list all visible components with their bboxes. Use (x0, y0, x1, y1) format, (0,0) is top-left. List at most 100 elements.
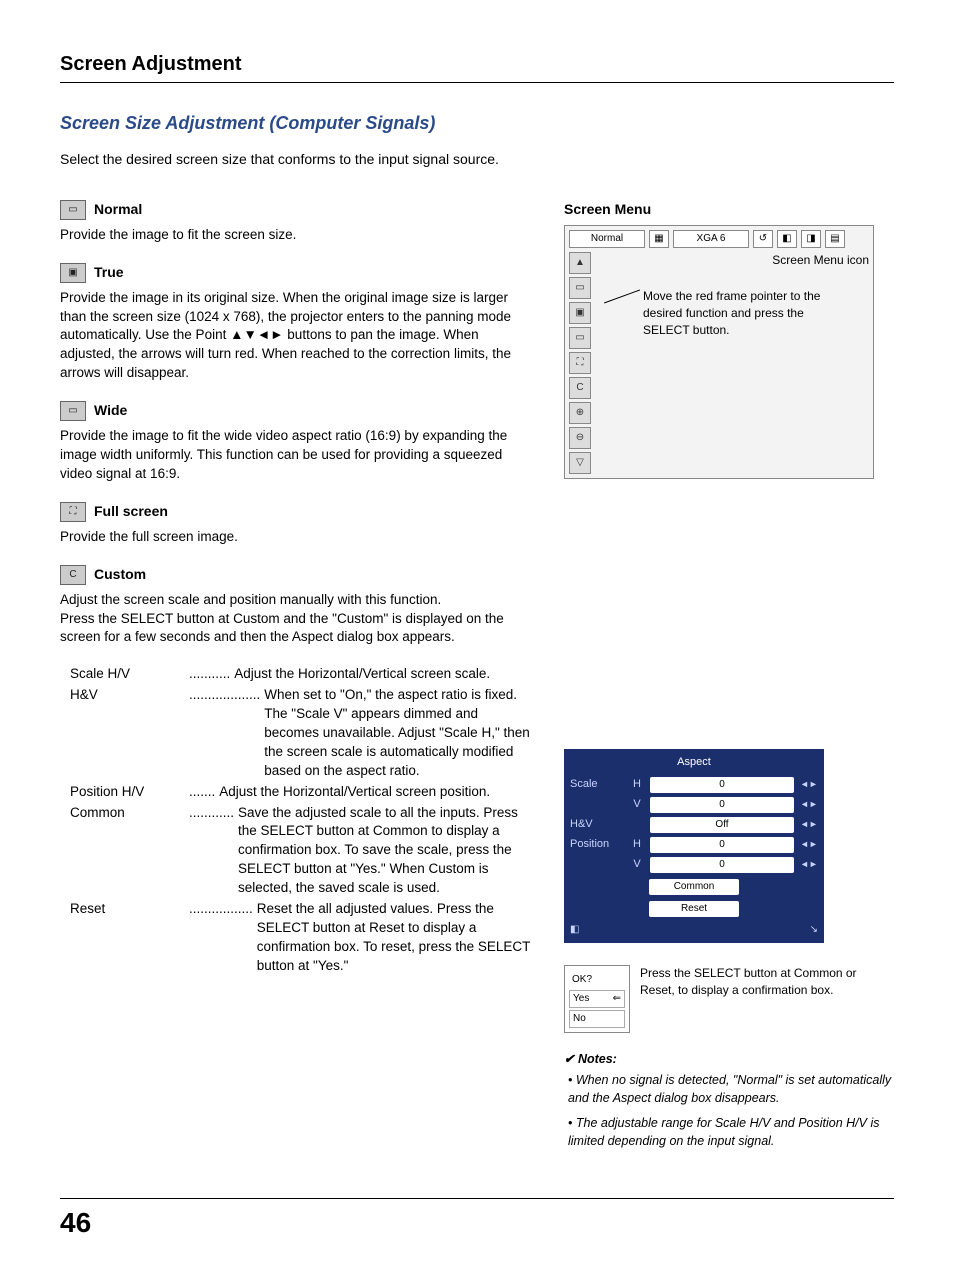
mode-desc: Provide the image to fit the wide video … (60, 427, 534, 484)
menu-top-icon: ◨ (801, 230, 821, 248)
fullscreen-icon: ⛶ (60, 502, 86, 522)
note-item: The adjustable range for Scale H/V and P… (568, 1115, 894, 1150)
def-dots: ....... (189, 783, 215, 802)
def-dots: ................... (189, 686, 260, 780)
menu-icon: ▣ (569, 302, 591, 324)
def-dots: ................. (189, 900, 253, 976)
mode-custom: C Custom Adjust the screen scale and pos… (60, 565, 534, 648)
reset-button: Reset (649, 901, 739, 917)
definition-row: Common............Save the adjusted scal… (70, 804, 534, 898)
def-term: Reset (70, 900, 185, 976)
true-icon: ▣ (60, 263, 86, 283)
adjust-arrows-icon: ◄► (800, 778, 818, 791)
def-desc: Adjust the Horizontal/Vertical screen sc… (234, 665, 534, 684)
menu-top-icon: ◧ (777, 230, 797, 248)
confirm-no: No (569, 1010, 625, 1028)
pointer-icon: ⇐ (613, 992, 621, 1006)
hv-value: Off (650, 817, 794, 833)
mode-label: Custom (94, 565, 146, 585)
custom-desc1: Adjust the screen scale and position man… (60, 591, 534, 610)
confirm-yes: Yes⇐ (569, 990, 625, 1008)
aspect-title: Aspect (570, 755, 818, 770)
down-arrow-icon: ▽ (569, 452, 591, 474)
custom-icon: C (60, 565, 86, 585)
hv-label: H&V (570, 817, 624, 832)
custom-definitions: Scale H/V...........Adjust the Horizonta… (60, 665, 534, 975)
menu-icon: ▭ (569, 277, 591, 299)
scale-label: Scale (570, 777, 624, 792)
note-item: When no signal is detected, "Normal" is … (568, 1072, 894, 1107)
mode-label: Full screen (94, 502, 168, 522)
section-title: Screen Adjustment (60, 50, 894, 83)
definition-row: Position H/V.......Adjust the Horizontal… (70, 783, 534, 802)
adjust-arrows-icon: ◄► (800, 818, 818, 831)
menu-mode-label: Normal (569, 230, 645, 248)
normal-icon: ▭ (60, 200, 86, 220)
v-label: V (630, 797, 644, 812)
adjust-arrows-icon: ◄► (800, 798, 818, 811)
def-dots: ............ (189, 804, 234, 898)
resize-icon: ↘ (810, 923, 818, 937)
def-term: Scale H/V (70, 665, 185, 684)
adjust-arrows-icon: ◄► (800, 838, 818, 851)
menu-signal-label: XGA 6 (673, 230, 749, 248)
menu-top-icon: ↺ (753, 230, 773, 248)
h-label: H (630, 777, 644, 792)
mode-true: ▣ True Provide the image in its original… (60, 263, 534, 383)
menu-icon: ⊖ (569, 427, 591, 449)
page-number: 46 (60, 1207, 91, 1238)
scale-v-value: 0 (650, 797, 794, 813)
menu-icon: C (569, 377, 591, 399)
definition-row: Scale H/V...........Adjust the Horizonta… (70, 665, 534, 684)
confirm-ok: OK? (569, 972, 625, 988)
screen-menu-mock: Normal ▦ XGA 6 ↺ ◧ ◨ ▤ ▲ ▭ ▣ ▭ ⛶ C ⊕ ⊖ (564, 225, 874, 479)
def-desc: Save the adjusted scale to all the input… (238, 804, 534, 898)
menu-icon-column: ▲ ▭ ▣ ▭ ⛶ C ⊕ ⊖ ▽ (569, 252, 591, 474)
def-desc: Reset the all adjusted values. Press the… (257, 900, 534, 976)
definition-row: Reset.................Reset the all adju… (70, 900, 534, 976)
up-arrow-icon: ▲ (569, 252, 591, 274)
point-arrows-icon: ▲▼◄► (230, 327, 283, 342)
wide-icon: ▭ (60, 401, 86, 421)
mode-label: Normal (94, 200, 142, 220)
position-label: Position (570, 837, 624, 852)
intro-text: Select the desired screen size that conf… (60, 150, 894, 170)
subsection-title: Screen Size Adjustment (Computer Signals… (60, 111, 894, 136)
menu-icon: ⛶ (569, 352, 591, 374)
scale-h-value: 0 (650, 777, 794, 793)
def-term: H&V (70, 686, 185, 780)
mode-normal: ▭ Normal Provide the image to fit the sc… (60, 200, 534, 245)
aspect-dialog: Aspect Scale H 0 ◄► V 0 ◄► H&V Off ◄► Po… (564, 749, 824, 942)
pos-v-value: 0 (650, 857, 794, 873)
callout-menu-icon: Screen Menu icon (772, 252, 869, 269)
confirm-dialog: OK? Yes⇐ No (564, 965, 630, 1033)
mode-desc: Provide the image in its original size. … (60, 289, 534, 383)
mode-desc: Provide the full screen image. (60, 528, 534, 547)
def-dots: ........... (189, 665, 230, 684)
menu-icon: ⊕ (569, 402, 591, 424)
menu-icon: ▭ (569, 327, 591, 349)
h-label: H (630, 837, 644, 852)
mode-desc: Provide the image to fit the screen size… (60, 226, 534, 245)
mode-fullscreen: ⛶ Full screen Provide the full screen im… (60, 502, 534, 547)
def-term: Common (70, 804, 185, 898)
def-desc: Adjust the Horizontal/Vertical screen po… (219, 783, 534, 802)
def-desc: When set to "On," the aspect ratio is fi… (264, 686, 534, 780)
mode-label: Wide (94, 401, 127, 421)
common-button: Common (649, 879, 739, 895)
definition-row: H&V...................When set to "On," … (70, 686, 534, 780)
mode-label: True (94, 263, 124, 283)
adjust-arrows-icon: ◄► (800, 858, 818, 871)
custom-desc2: Press the SELECT button at Custom and th… (60, 610, 534, 648)
mode-wide: ▭ Wide Provide the image to fit the wide… (60, 401, 534, 484)
screen-menu-heading: Screen Menu (564, 200, 894, 220)
notes-block: Notes: When no signal is detected, "Norm… (564, 1051, 894, 1151)
pos-h-value: 0 (650, 837, 794, 853)
v-label: V (630, 857, 644, 872)
notes-title: Notes: (564, 1052, 617, 1066)
menu-top-icon: ▦ (649, 230, 669, 248)
confirm-text: Press the SELECT button at Common or Res… (640, 965, 894, 999)
def-term: Position H/V (70, 783, 185, 802)
callout-instruction: Move the red frame pointer to the desire… (643, 288, 823, 338)
menu-top-icon: ▤ (825, 230, 845, 248)
